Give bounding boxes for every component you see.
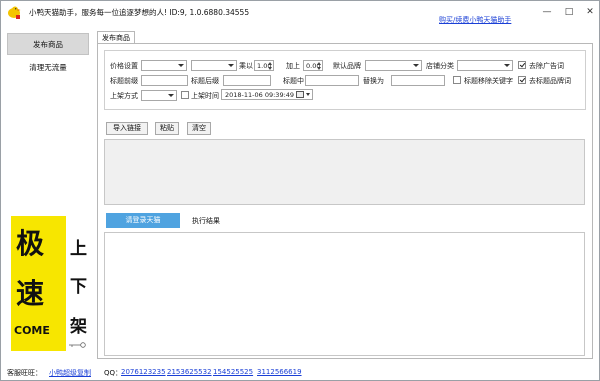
duck-app-icon xyxy=(8,6,21,19)
listing-time-value: 2018-11-06 09:39:49 xyxy=(225,91,295,99)
key-icon xyxy=(69,342,86,348)
listing-time-picker[interactable]: 2018-11-06 09:39:49 xyxy=(221,89,313,100)
sidebar-item-clean-no-traffic[interactable]: 清理无流量 xyxy=(7,57,89,79)
paste-button[interactable]: 粘贴 xyxy=(155,122,179,135)
window-title: 小鸭天猫助手，服务每一位追逐梦想的人! ID:9, 1.0.6880.34555 xyxy=(29,8,250,17)
listing-method-select[interactable] xyxy=(141,90,177,101)
customer-wangwang-link[interactable]: 小鸭超级复制 xyxy=(49,368,91,378)
replace-with-input[interactable] xyxy=(391,75,445,86)
promo-char-ji: 极 xyxy=(16,227,45,260)
import-link-button[interactable]: 导入链接 xyxy=(106,122,148,135)
default-brand-select[interactable] xyxy=(365,60,422,71)
title-contains-label: 标题中 xyxy=(283,77,304,85)
remove-brand-checkbox[interactable] xyxy=(518,76,526,84)
execution-result-area xyxy=(104,232,585,356)
calendar-icon[interactable] xyxy=(296,91,304,98)
app-window: 小鸭天猫助手，服务每一位追逐梦想的人! ID:9, 1.0.6880.34555… xyxy=(0,0,600,381)
clear-button[interactable]: 清空 xyxy=(187,122,211,135)
footer: 客服旺旺： 小鸭超级复制 QQ： 2076123235 2153625532 1… xyxy=(1,363,599,381)
sidebar-item-publish[interactable]: 发布商品 xyxy=(7,33,89,55)
price-source-select[interactable] xyxy=(141,60,187,71)
promo-banner: 极 速 COME 上 下 架 xyxy=(11,216,93,351)
remove-ads-label: 去除广告词 xyxy=(529,62,564,70)
add-label: 加上 xyxy=(286,62,300,70)
remove-keyword-label: 标题移除关键字 xyxy=(464,77,513,85)
close-button[interactable]: ✕ xyxy=(580,5,600,19)
chevron-down-icon xyxy=(504,64,510,67)
qq-link-2[interactable]: 2153625532 xyxy=(167,368,212,376)
chevron-down-icon xyxy=(168,94,174,97)
qq-link-1[interactable]: 2076123235 xyxy=(121,368,166,376)
spin-down-icon[interactable] xyxy=(317,67,321,70)
chevron-down-icon xyxy=(413,64,419,67)
remove-ads-checkbox[interactable] xyxy=(518,61,526,69)
price-setting-label: 价格设置 xyxy=(110,62,138,70)
promo-char-xia: 下 xyxy=(70,277,87,297)
chevron-down-icon[interactable] xyxy=(306,93,310,96)
replace-with-label: 替换为 xyxy=(363,77,384,85)
spin-up-icon[interactable] xyxy=(268,62,272,65)
qq-link-3[interactable]: 154525525 xyxy=(213,368,253,376)
listing-time-label: 上架时间 xyxy=(191,92,219,100)
login-tmall-button[interactable]: 请登录天猫 xyxy=(106,213,180,228)
title-prefix-label: 标题前缀 xyxy=(110,77,138,85)
listing-time-checkbox[interactable] xyxy=(181,91,189,99)
title-prefix-input[interactable] xyxy=(141,75,188,86)
maximize-button[interactable]: □ xyxy=(559,5,579,19)
tab-execution-result[interactable]: 执行结果 xyxy=(192,216,220,226)
title-contains-input[interactable] xyxy=(305,75,359,86)
buy-renew-link[interactable]: 购买/续费小鸭天猫助手 xyxy=(439,15,511,25)
promo-word-come: COME xyxy=(14,324,50,337)
remove-keyword-checkbox[interactable] xyxy=(453,76,461,84)
title-suffix-input[interactable] xyxy=(223,75,271,86)
store-category-select[interactable] xyxy=(457,60,513,71)
chevron-down-icon xyxy=(178,64,184,67)
promo-char-jia: 架 xyxy=(70,317,87,337)
spin-up-icon[interactable] xyxy=(317,62,321,65)
multiply-stepper[interactable]: 1.00 xyxy=(254,60,274,71)
customer-wangwang-label: 客服旺旺： xyxy=(7,369,42,377)
qq-link-4[interactable]: 3112566619 xyxy=(257,368,302,376)
remove-brand-label: 去标题品牌词 xyxy=(529,77,571,85)
spin-down-icon[interactable] xyxy=(268,67,272,70)
chevron-down-icon xyxy=(228,64,234,67)
store-category-label: 店铺分类 xyxy=(426,62,454,70)
title-bar: 小鸭天猫助手，服务每一位追逐梦想的人! ID:9, 1.0.6880.34555… xyxy=(1,1,600,25)
listing-method-label: 上架方式 xyxy=(110,92,138,100)
link-input-area[interactable] xyxy=(104,139,585,205)
price-mode-select[interactable] xyxy=(191,60,237,71)
promo-char-su: 速 xyxy=(16,277,45,310)
qq-label: QQ： xyxy=(104,369,123,377)
multiply-label: 乘以 xyxy=(239,62,253,70)
promo-char-shang: 上 xyxy=(70,239,87,259)
minimize-button[interactable]: — xyxy=(537,5,557,19)
default-brand-label: 默认品牌 xyxy=(333,62,361,70)
title-suffix-label: 标题后缀 xyxy=(191,77,219,85)
add-stepper[interactable]: 0.00 xyxy=(303,60,323,71)
